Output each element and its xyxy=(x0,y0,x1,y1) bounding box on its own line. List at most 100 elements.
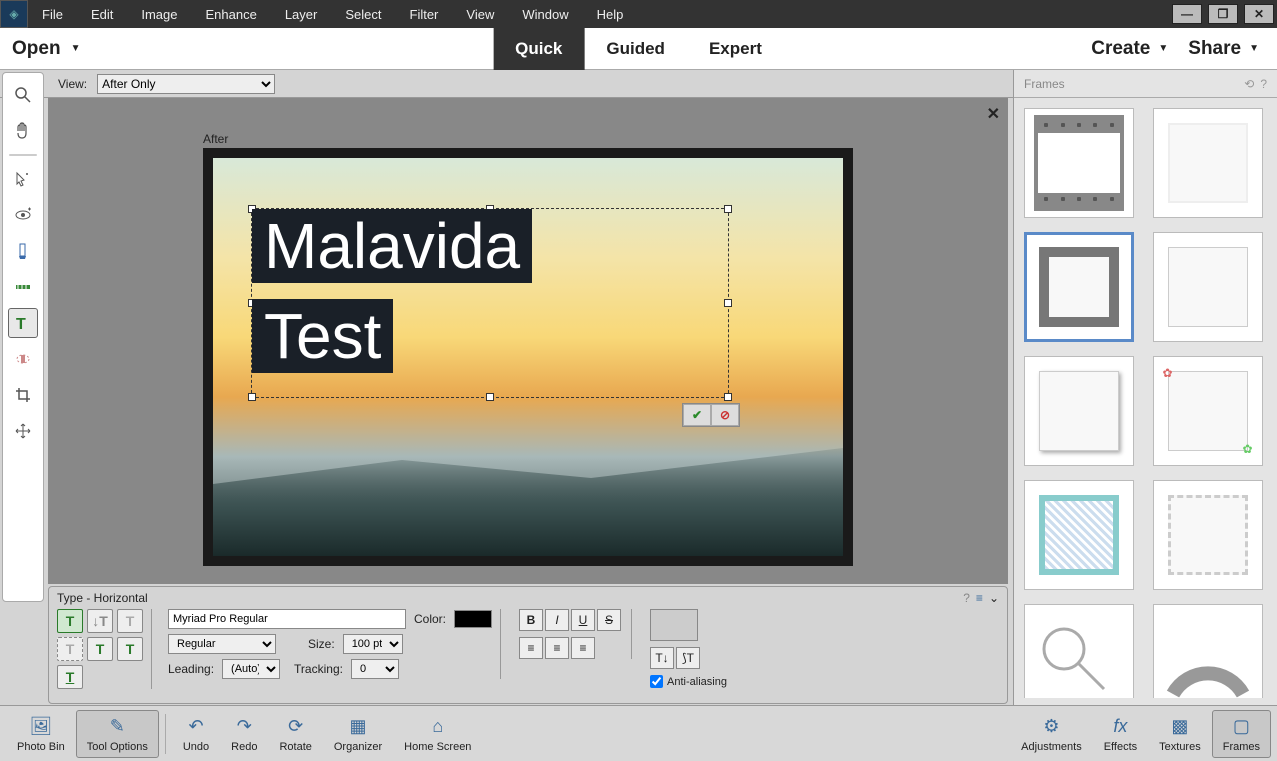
align-right-button[interactable]: ≡ xyxy=(571,637,595,659)
horizontal-type-button[interactable]: T xyxy=(57,609,83,633)
text-line-2[interactable]: Test xyxy=(252,299,393,373)
reset-icon[interactable]: ⟲ xyxy=(1244,77,1254,91)
tab-quick[interactable]: Quick xyxy=(493,28,584,70)
crop-tool[interactable] xyxy=(8,380,38,410)
strike-button[interactable]: S xyxy=(597,609,621,631)
minimize-button[interactable]: — xyxy=(1172,4,1202,24)
text-orient-h-button[interactable]: T↓ xyxy=(650,647,674,669)
toolbox: T xyxy=(2,72,44,602)
leading-select[interactable]: (Auto) xyxy=(222,659,280,679)
frames-button[interactable]: ▢Frames xyxy=(1212,710,1271,758)
photo-bin-button[interactable]: 🖼Photo Bin xyxy=(6,710,76,758)
font-style-select[interactable]: Regular xyxy=(168,634,276,654)
organizer-button[interactable]: ▦Organizer xyxy=(323,710,393,758)
underline-button[interactable]: U xyxy=(571,609,595,631)
type-warp-button[interactable]: T xyxy=(57,665,83,689)
bold-button[interactable]: B xyxy=(519,609,543,631)
hand-tool[interactable] xyxy=(8,116,38,146)
tool-options-panel: Type - Horizontal ? ≡ ⌄ T ↓T T T T T T xyxy=(48,586,1008,704)
size-label: Size: xyxy=(308,637,335,651)
help-icon[interactable]: ? xyxy=(963,591,970,605)
align-center-button[interactable]: ≡ xyxy=(545,637,569,659)
collapse-icon[interactable]: ⌄ xyxy=(989,591,999,605)
canvas-area: ✕ After Malavida Test ✔ ⊘ xyxy=(48,98,1008,584)
effects-button[interactable]: fxEffects xyxy=(1093,710,1148,758)
text-selection-box[interactable]: Malavida Test ✔ ⊘ xyxy=(251,208,729,398)
type-on-shape-button[interactable]: T xyxy=(117,637,143,661)
tool-options-button[interactable]: ✎Tool Options xyxy=(76,710,159,758)
adjustments-button[interactable]: ⚙Adjustments xyxy=(1010,710,1093,758)
tracking-label: Tracking: xyxy=(294,662,343,676)
tab-expert[interactable]: Expert xyxy=(687,28,784,70)
frame-thumb[interactable] xyxy=(1153,604,1263,698)
frame-thumb[interactable] xyxy=(1153,108,1263,218)
svg-text:T: T xyxy=(16,316,26,333)
menu-window[interactable]: Window xyxy=(508,1,582,28)
frame-thumb[interactable] xyxy=(1153,232,1263,342)
frame-thumb[interactable] xyxy=(1024,356,1134,466)
frame-thumb[interactable]: ✿✿ xyxy=(1153,356,1263,466)
commit-text-button[interactable]: ✔ xyxy=(683,404,711,426)
menu-edit[interactable]: Edit xyxy=(77,1,127,28)
menu-layer[interactable]: Layer xyxy=(271,1,332,28)
home-button[interactable]: ⌂Home Screen xyxy=(393,710,482,758)
menu-filter[interactable]: Filter xyxy=(396,1,453,28)
quick-select-tool[interactable] xyxy=(8,164,38,194)
whiten-tool[interactable] xyxy=(8,236,38,266)
share-button[interactable]: Share▼ xyxy=(1188,38,1259,60)
type-on-path-button[interactable]: T xyxy=(87,637,113,661)
options-title: Type - Horizontal xyxy=(57,591,148,605)
text-line-1[interactable]: Malavida xyxy=(252,209,532,283)
move-tool[interactable] xyxy=(8,416,38,446)
type-mask-h-button[interactable]: T xyxy=(117,609,143,633)
color-swatch[interactable] xyxy=(454,610,492,628)
app-icon: ◈ xyxy=(0,0,28,28)
menu-icon[interactable]: ≡ xyxy=(976,591,983,605)
tracking-select[interactable]: 0 xyxy=(351,659,399,679)
menu-view[interactable]: View xyxy=(452,1,508,28)
text-warp-button[interactable]: ⟆T xyxy=(676,647,700,669)
type-mask-v-button[interactable]: T xyxy=(57,637,83,661)
undo-button[interactable]: ↶Undo xyxy=(172,710,220,758)
redo-button[interactable]: ↷Redo xyxy=(220,710,268,758)
menu-enhance[interactable]: Enhance xyxy=(192,1,271,28)
frame-thumb[interactable] xyxy=(1024,604,1134,698)
frames-grid[interactable]: ✿✿ xyxy=(1014,98,1277,698)
frame-thumb-selected[interactable] xyxy=(1024,232,1134,342)
maximize-button[interactable]: ❐ xyxy=(1208,4,1238,24)
cancel-text-button[interactable]: ⊘ xyxy=(711,404,739,426)
tab-guided[interactable]: Guided xyxy=(584,28,687,70)
color-label: Color: xyxy=(414,612,446,626)
italic-button[interactable]: I xyxy=(545,609,569,631)
straighten-tool[interactable] xyxy=(8,272,38,302)
frame-thumb[interactable] xyxy=(1024,108,1134,218)
leading-label: Leading: xyxy=(168,662,214,676)
menu-image[interactable]: Image xyxy=(127,1,191,28)
help-icon[interactable]: ? xyxy=(1260,77,1267,91)
frame-thumb[interactable] xyxy=(1153,480,1263,590)
frame-thumb[interactable] xyxy=(1024,480,1134,590)
rotate-button[interactable]: ⟳Rotate xyxy=(268,710,322,758)
spot-heal-tool[interactable] xyxy=(8,344,38,374)
photo-canvas[interactable]: Malavida Test ✔ ⊘ xyxy=(213,158,843,556)
textures-button[interactable]: ▩Textures xyxy=(1148,710,1212,758)
view-select[interactable]: After Only xyxy=(97,74,275,94)
redeye-tool[interactable] xyxy=(8,200,38,230)
antialias-checkbox[interactable]: Anti-aliasing xyxy=(650,675,727,688)
menu-file[interactable]: File xyxy=(28,1,77,28)
align-left-button[interactable]: ≡ xyxy=(519,637,543,659)
zoom-tool[interactable] xyxy=(8,80,38,110)
close-button[interactable]: ✕ xyxy=(1244,4,1274,24)
create-button[interactable]: Create▼ xyxy=(1091,38,1168,60)
font-family-input[interactable] xyxy=(168,609,406,629)
menu-select[interactable]: Select xyxy=(331,1,395,28)
image-frame[interactable]: Malavida Test ✔ ⊘ xyxy=(203,148,853,566)
type-tool[interactable]: T xyxy=(8,308,38,338)
font-size-select[interactable]: 100 pt xyxy=(343,634,403,654)
open-button[interactable]: Open▼ xyxy=(12,38,80,60)
warp-style-select[interactable] xyxy=(650,609,698,641)
menu-help[interactable]: Help xyxy=(583,1,638,28)
close-document-button[interactable]: ✕ xyxy=(987,104,1000,124)
mode-tabs: Quick Guided Expert xyxy=(493,28,784,70)
vertical-type-button[interactable]: ↓T xyxy=(87,609,113,633)
